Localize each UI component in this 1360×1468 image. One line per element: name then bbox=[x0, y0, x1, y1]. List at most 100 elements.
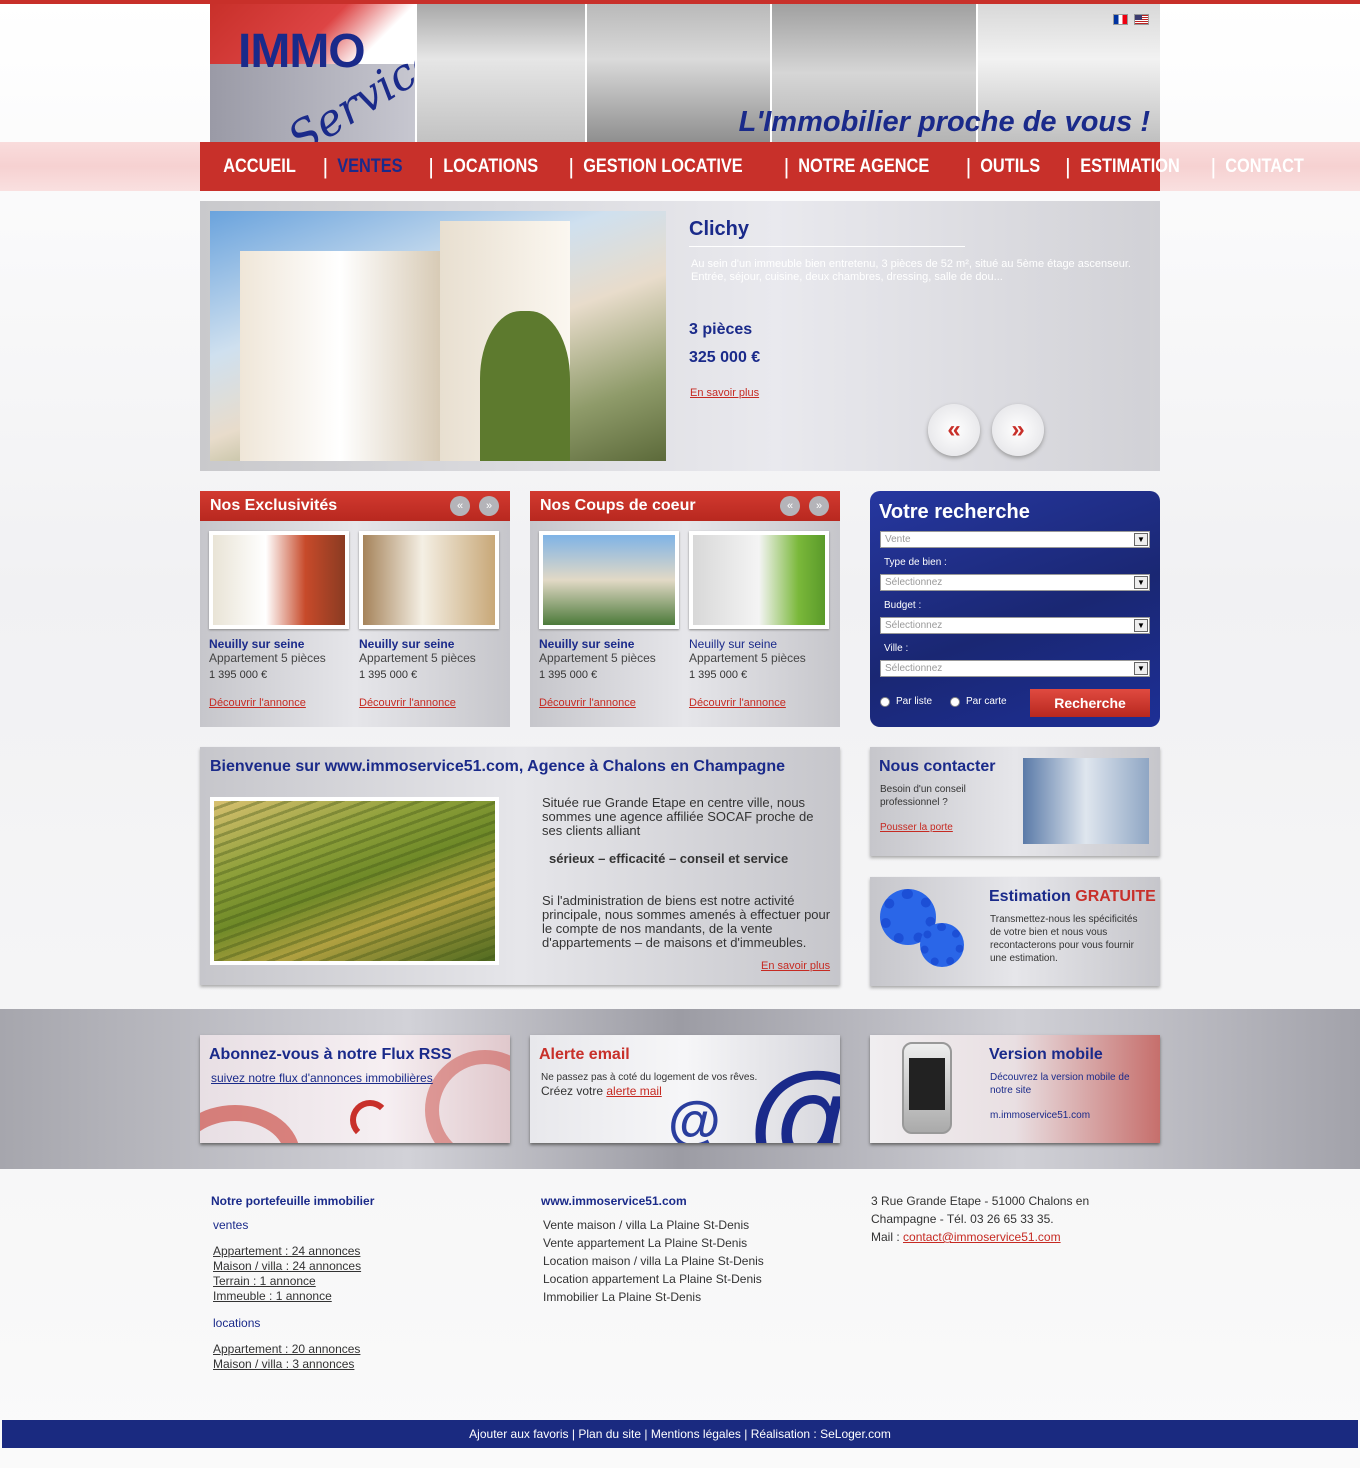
property-photo[interactable] bbox=[539, 531, 679, 629]
property-price: 1 395 000 € bbox=[689, 669, 748, 681]
sales-link[interactable]: Maison / villa : 24 annonces bbox=[213, 1259, 491, 1274]
property-photo[interactable] bbox=[209, 531, 349, 629]
sales-link[interactable]: Appartement : 24 annonces bbox=[213, 1244, 491, 1259]
tagline: L'Immobilier proche de vous ! bbox=[738, 106, 1150, 138]
rentals-link[interactable]: Appartement : 20 annonces bbox=[213, 1342, 491, 1357]
budget-select[interactable]: Sélectionnez ▼ bbox=[880, 617, 1150, 634]
logo[interactable]: IMMO Service bbox=[210, 4, 448, 142]
mail-link[interactable]: contact@immoservice51.com bbox=[903, 1230, 1061, 1244]
alert-cta: Créez votre alerte mail bbox=[541, 1084, 662, 1098]
site-link[interactable]: Location appartement La Plaine St-Denis bbox=[543, 1270, 841, 1288]
rentals-link[interactable]: Maison / villa : 3 annonces bbox=[213, 1357, 491, 1372]
exclusives-prev-button[interactable]: « bbox=[450, 496, 470, 516]
favorites-next-button[interactable]: » bbox=[809, 496, 829, 516]
transaction-select[interactable]: Vente ▼ bbox=[880, 531, 1150, 548]
gear-icon bbox=[920, 923, 964, 967]
chevron-down-icon: ▼ bbox=[1134, 662, 1148, 675]
property-link[interactable]: Découvrir l'annonce bbox=[209, 697, 349, 709]
welcome-paragraph-2: Si l'administration de biens est notre a… bbox=[542, 893, 831, 950]
property-card[interactable]: Neuilly sur seine Appartement 5 pièces 1… bbox=[359, 531, 499, 709]
header-photo-fireplace bbox=[415, 4, 585, 142]
site-link[interactable]: Vente maison / villa La Plaine St-Denis bbox=[543, 1216, 841, 1234]
email-alert-promo[interactable]: @ @ Alerte email Ne passez pas à coté du… bbox=[530, 1035, 840, 1143]
radio-list-label: Par liste bbox=[896, 696, 933, 707]
sitemap-link[interactable]: Plan du site bbox=[578, 1427, 641, 1441]
vineyard-photo bbox=[210, 797, 499, 965]
slider-prev-button[interactable]: « bbox=[928, 404, 980, 456]
sales-link[interactable]: Immeuble : 1 annonce bbox=[213, 1289, 491, 1304]
alert-text: Ne passez pas à coté du logement de vos … bbox=[541, 1072, 758, 1083]
property-price: 1 395 000 € bbox=[539, 669, 598, 681]
alert-link[interactable]: alerte mail bbox=[606, 1084, 661, 1098]
slider-next-button[interactable]: » bbox=[992, 404, 1044, 456]
rss-link[interactable]: suivez notre flux d'annonces immobilière… bbox=[211, 1071, 433, 1085]
featured-property-photo[interactable] bbox=[210, 211, 666, 461]
featured-more-link[interactable]: En savoir plus bbox=[690, 387, 759, 399]
favorites-panel: Nos Coups de coeur « » Neuilly sur seine… bbox=[530, 491, 840, 727]
at-sign-icon: @ bbox=[748, 1053, 840, 1143]
type-select[interactable]: Sélectionnez ▼ bbox=[880, 574, 1150, 591]
us-flag-icon[interactable] bbox=[1134, 14, 1149, 25]
mobile-url[interactable]: m.immoservice51.com bbox=[990, 1109, 1090, 1122]
estimation-title: Estimation GRATUITE bbox=[989, 888, 1156, 905]
contact-link[interactable]: Pousser la porte bbox=[880, 822, 953, 833]
property-price: 1 395 000 € bbox=[359, 669, 418, 681]
search-panel: Votre recherche Vente ▼ Type de bien : Sé… bbox=[870, 491, 1160, 727]
contact-text: Besoin d'un conseil professionnel ? bbox=[880, 784, 966, 808]
legal-link[interactable]: Mentions légales bbox=[651, 1427, 741, 1441]
mobile-promo[interactable]: Version mobile Découvrez la version mobi… bbox=[870, 1035, 1160, 1143]
site-link[interactable]: Vente appartement La Plaine St-Denis bbox=[543, 1234, 841, 1252]
business-team-photo bbox=[1023, 758, 1149, 844]
property-link[interactable]: Découvrir l'annonce bbox=[689, 697, 829, 709]
search-button[interactable]: Recherche bbox=[1030, 689, 1150, 717]
mobile-title: Version mobile bbox=[989, 1046, 1103, 1063]
contact-panel: Nous contacter Besoin d'un conseil profe… bbox=[870, 747, 1160, 856]
contact-title: Nous contacter bbox=[879, 758, 996, 775]
portfolio-title: Notre portefeuille immobilier bbox=[211, 1194, 375, 1208]
site-link[interactable]: Location maison / villa La Plaine St-Den… bbox=[543, 1252, 841, 1270]
radio-map[interactable] bbox=[950, 697, 960, 707]
rentals-label: locations bbox=[213, 1316, 261, 1330]
rss-title: Abonnez-vous à notre Flux RSS bbox=[209, 1046, 452, 1063]
nav-contact[interactable]: CONTACT bbox=[1208, 156, 1321, 178]
welcome-title: Bienvenue sur www.immoservice51.com, Age… bbox=[210, 758, 785, 775]
welcome-values: sérieux – efficacité – conseil et servic… bbox=[549, 851, 789, 866]
property-photo[interactable] bbox=[689, 531, 829, 629]
chevron-down-icon: ▼ bbox=[1134, 619, 1148, 632]
property-type: Appartement 5 pièces bbox=[689, 651, 806, 665]
city-select[interactable]: Sélectionnez ▼ bbox=[880, 660, 1150, 677]
nav-estimation[interactable]: ESTIMATION bbox=[1063, 156, 1197, 178]
smartphone-icon bbox=[902, 1042, 952, 1134]
site-title: www.immoservice51.com bbox=[541, 1194, 687, 1208]
radio-list[interactable] bbox=[880, 697, 890, 707]
welcome-more-link[interactable]: En savoir plus bbox=[761, 960, 830, 972]
property-card[interactable]: Neuilly sur seine Appartement 5 pièces 1… bbox=[539, 531, 679, 709]
exclusives-next-button[interactable]: » bbox=[479, 496, 499, 516]
nav-ventes[interactable]: VENTES bbox=[320, 156, 420, 178]
property-type: Appartement 5 pièces bbox=[209, 651, 326, 665]
nav-outils[interactable]: OUTILS bbox=[963, 156, 1057, 178]
favorites-prev-button[interactable]: « bbox=[780, 496, 800, 516]
credits-link[interactable]: Réalisation : SeLoger.com bbox=[751, 1427, 891, 1441]
featured-slider: Clichy Au sein d'un immeuble bien entret… bbox=[200, 201, 1160, 471]
nav-locations[interactable]: LOCATIONS bbox=[426, 156, 555, 178]
rss-promo[interactable]: Abonnez-vous à notre Flux RSS suivez not… bbox=[200, 1035, 510, 1143]
nav-notre-agence[interactable]: NOTRE AGENCE bbox=[781, 156, 946, 178]
add-favorites-link[interactable]: Ajouter aux favoris bbox=[469, 1427, 568, 1441]
property-card[interactable]: Neuilly sur seine Appartement 5 pièces 1… bbox=[689, 531, 829, 709]
nav-accueil[interactable]: ACCUEIL bbox=[206, 156, 313, 178]
chevron-down-icon: ▼ bbox=[1134, 533, 1148, 546]
site-link[interactable]: Immobilier La Plaine St-Denis bbox=[543, 1288, 841, 1306]
property-price: 1 395 000 € bbox=[209, 669, 268, 681]
search-title: Votre recherche bbox=[879, 501, 1030, 523]
french-flag-icon[interactable] bbox=[1113, 14, 1128, 25]
city-label: Ville : bbox=[884, 643, 909, 654]
budget-label: Budget : bbox=[884, 600, 922, 611]
property-photo[interactable] bbox=[359, 531, 499, 629]
property-card[interactable]: Neuilly sur seine Appartement 5 pièces 1… bbox=[209, 531, 349, 709]
property-link[interactable]: Découvrir l'annonce bbox=[359, 697, 499, 709]
nav-gestion-locative[interactable]: GESTION LOCATIVE bbox=[566, 156, 760, 178]
sales-link[interactable]: Terrain : 1 annonce bbox=[213, 1274, 491, 1289]
welcome-panel: Bienvenue sur www.immoservice51.com, Age… bbox=[200, 747, 840, 985]
property-link[interactable]: Découvrir l'annonce bbox=[539, 697, 679, 709]
